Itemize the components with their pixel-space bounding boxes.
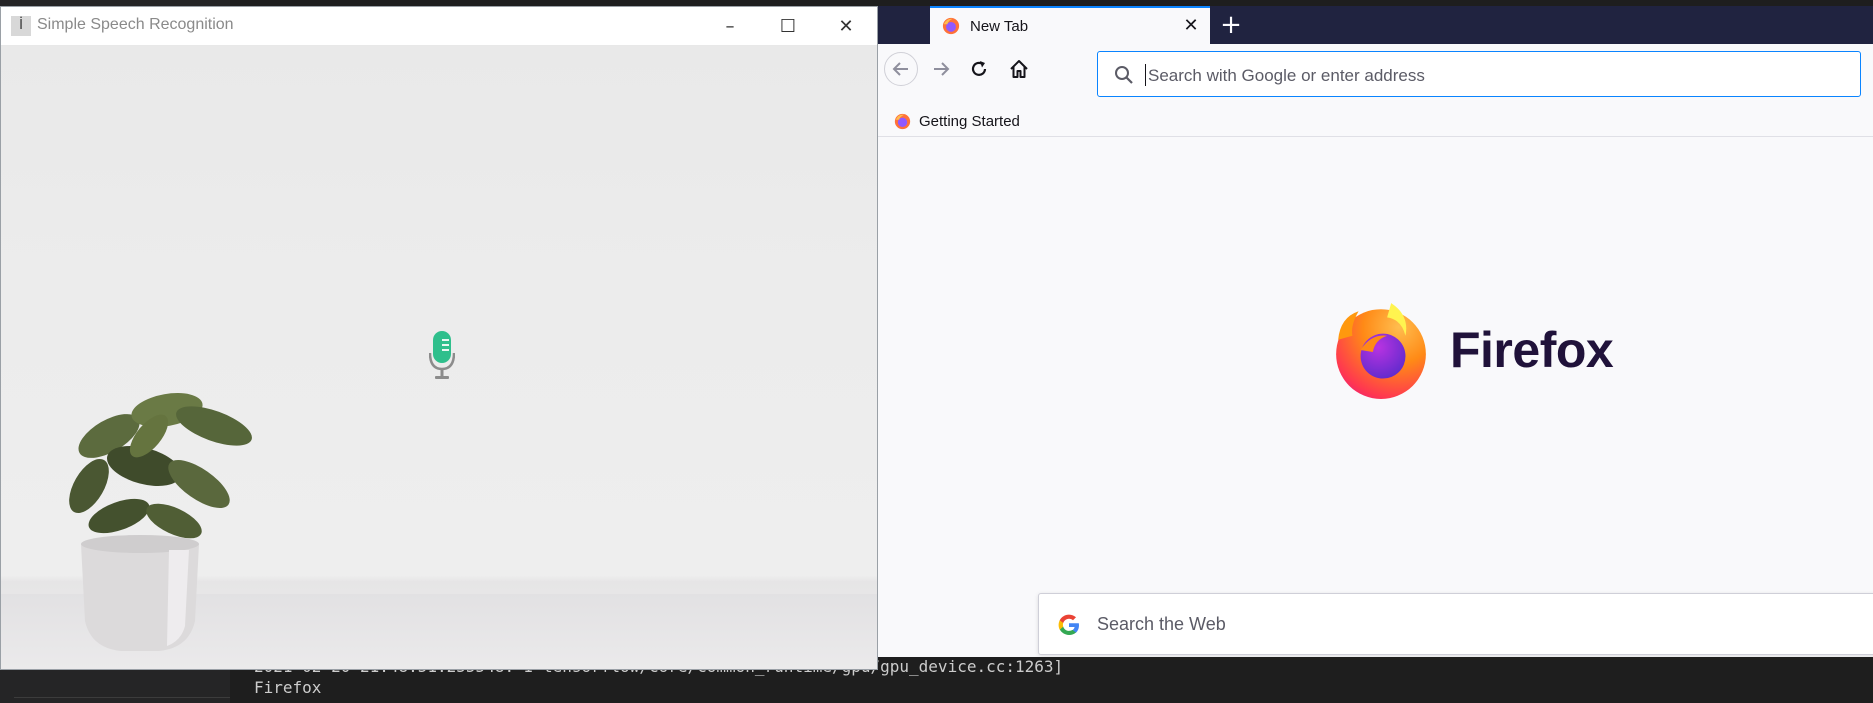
speech-canvas — [1, 46, 877, 669]
navigation-toolbar — [878, 44, 1873, 106]
reload-icon — [971, 61, 987, 76]
close-button[interactable]: ✕ — [817, 7, 875, 45]
plant-image — [69, 393, 252, 651]
bookmarks-toolbar: Getting Started — [878, 106, 1873, 137]
speech-recognition-window: İ Simple Speech Recognition – ☐ ✕ — [0, 6, 878, 670]
address-bar[interactable] — [1097, 51, 1861, 97]
back-arrow-icon — [892, 62, 908, 76]
home-button[interactable] — [1002, 52, 1036, 86]
minimize-button[interactable]: – — [701, 7, 759, 45]
terminal-output-line: Firefox — [254, 678, 322, 697]
tab-new-tab[interactable]: New Tab ✕ — [930, 6, 1210, 44]
search-icon — [1115, 66, 1133, 84]
tab-title: New Tab — [970, 18, 1029, 35]
bookmark-getting-started[interactable]: Getting Started — [894, 110, 1020, 132]
microphone-icon[interactable] — [429, 331, 455, 381]
firefox-icon — [894, 113, 911, 129]
tab-bar: New Tab ✕ + — [878, 6, 1873, 44]
web-search-box[interactable]: Search the Web — [1038, 593, 1873, 655]
sidebar-divider — [14, 697, 230, 698]
firefox-logo-icon — [1336, 303, 1426, 399]
close-tab-icon[interactable]: ✕ — [1180, 15, 1202, 37]
web-search-placeholder: Search the Web — [1097, 614, 1226, 634]
speech-window-titlebar[interactable]: İ Simple Speech Recognition – ☐ ✕ — [1, 7, 877, 46]
google-icon — [1058, 614, 1079, 635]
app-icon: İ — [11, 16, 31, 36]
forward-button[interactable] — [924, 52, 958, 86]
forward-arrow-icon — [934, 62, 950, 76]
home-icon — [1010, 60, 1028, 78]
back-button[interactable] — [884, 52, 918, 86]
bookmark-label: Getting Started — [919, 112, 1020, 130]
address-input[interactable] — [1146, 62, 1840, 90]
firefox-icon — [942, 17, 960, 35]
new-tab-button[interactable]: + — [1216, 10, 1246, 40]
firefox-wordmark: Firefox — [1450, 322, 1614, 378]
reload-button[interactable] — [962, 52, 996, 86]
new-tab-page: Firefox Search the Web — [878, 137, 1873, 657]
firefox-window: New Tab ✕ + Search with Google or enter … — [878, 6, 1873, 657]
maximize-button[interactable]: ☐ — [759, 7, 817, 45]
window-title: Simple Speech Recognition — [37, 16, 234, 33]
